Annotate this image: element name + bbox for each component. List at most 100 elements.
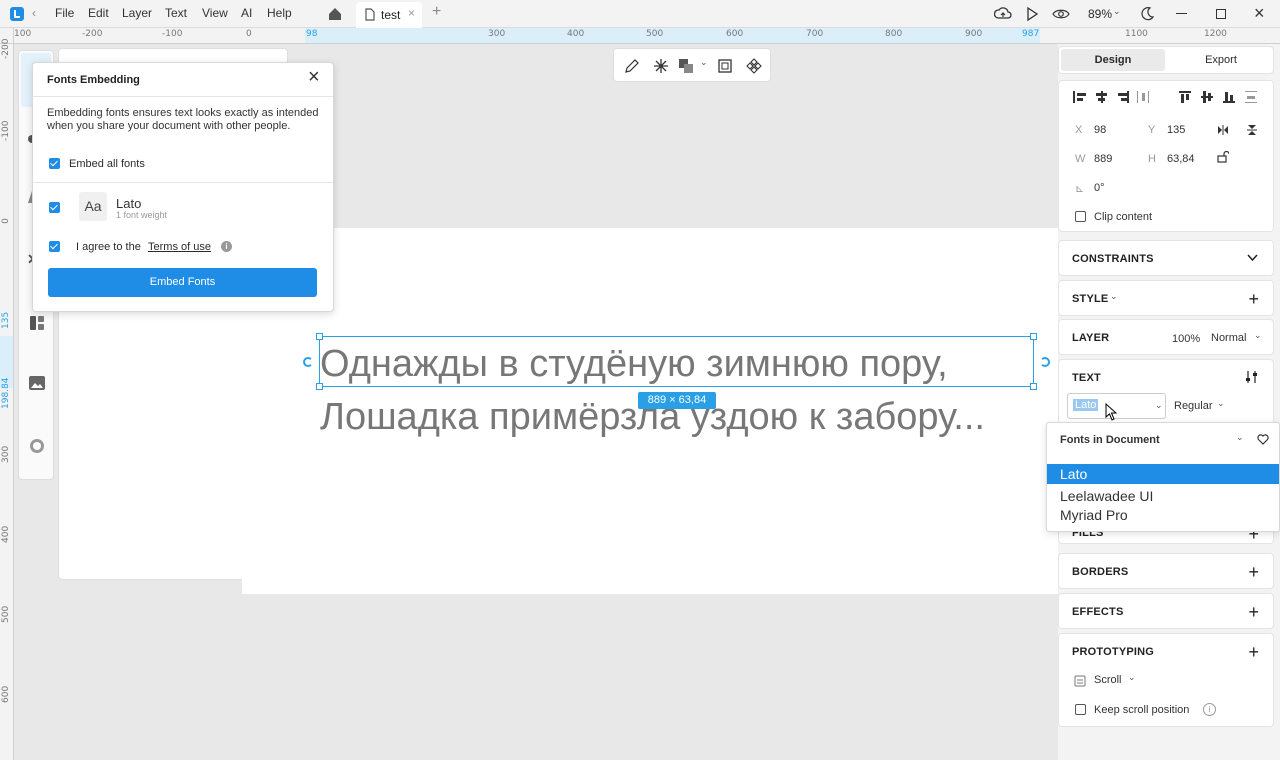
zoom-level[interactable]: 89% [1088,7,1112,21]
add-style-icon[interactable]: + [1248,290,1259,308]
selection-box[interactable] [316,333,1037,390]
menu-view[interactable]: View [202,6,228,20]
eye-icon[interactable] [1052,5,1070,23]
tab-export[interactable]: Export [1169,49,1273,71]
align-left-icon[interactable] [1073,91,1086,103]
minimize-icon[interactable] [1176,13,1187,14]
image-icon[interactable] [28,375,46,391]
add-effect-icon[interactable]: + [1248,603,1259,621]
dropdown-header[interactable]: Fonts in Document [1060,434,1160,446]
align-bottom-icon[interactable] [1223,91,1235,103]
zoom-chevron-icon[interactable]: ⌄ [1113,6,1121,17]
resize-handle-bl[interactable] [316,383,323,390]
close-window-icon[interactable]: × [1254,3,1265,24]
x-label: X [1075,124,1083,136]
text-autowidth-right-icon[interactable] [1040,357,1050,367]
add-prototype-icon[interactable]: + [1248,643,1259,661]
menu-edit[interactable]: Edit [88,6,109,20]
menu-layer[interactable]: Layer [122,6,152,20]
font-option-lato[interactable]: Lato [1047,464,1279,484]
component-icon[interactable] [746,58,762,74]
boolean-icon[interactable] [678,58,694,74]
new-tab-icon[interactable]: + [432,3,441,21]
prototyping-title: PROTOTYPING [1072,646,1155,658]
terms-link[interactable]: Terms of use [148,241,211,253]
align-middle-icon[interactable] [1201,91,1213,103]
font-option-myriad[interactable]: Myriad Pro [1047,505,1279,525]
app-logo-icon[interactable] [10,7,24,21]
document-tab[interactable]: test × [356,2,422,28]
scroll-select[interactable]: Scroll [1094,674,1122,686]
menu-text[interactable]: Text [165,6,187,20]
resize-handle-tl[interactable] [316,333,323,340]
play-icon[interactable] [1023,5,1041,23]
y-input[interactable]: 135 [1167,124,1185,136]
layer-blend-mode[interactable]: Normal [1211,332,1246,344]
dropdown-header-chevron-icon[interactable]: ⌄ [1236,432,1244,443]
ruler-tick: 300 [488,29,506,39]
menu-help[interactable]: Help [267,6,292,20]
blend-chevron-icon[interactable]: ⌄ [1254,330,1262,341]
components-icon[interactable] [29,315,45,331]
align-top-icon[interactable] [1179,91,1191,103]
font-lato-checkbox[interactable] [49,202,60,213]
menu-ai[interactable]: AI [241,6,252,20]
menu-file[interactable]: File [55,6,74,20]
horizontal-ruler[interactable]: 100 -200 -100 0 98 300 400 500 600 700 8… [14,28,1280,44]
flip-horizontal-icon[interactable] [1217,125,1229,135]
lock-ratio-icon[interactable] [1217,151,1229,163]
boolean-chevron-icon[interactable]: ⌄ [700,57,708,68]
plugins-icon[interactable] [28,437,46,455]
cloud-upload-icon[interactable] [994,5,1012,23]
font-style-chevron-icon[interactable]: ⌄ [1217,398,1225,409]
sparkle-icon[interactable] [653,58,669,74]
align-center-icon[interactable] [1095,91,1108,103]
tab-close-icon[interactable]: × [408,6,415,20]
h-input[interactable]: 63,84 [1167,153,1195,165]
text-settings-icon[interactable] [1245,370,1259,384]
heart-icon[interactable] [1257,434,1269,445]
x-input[interactable]: 98 [1094,124,1106,136]
maximize-icon[interactable] [1216,9,1226,19]
info-icon[interactable]: i [221,241,232,252]
frame-selection-icon[interactable] [717,58,733,74]
rotation-input[interactable]: 0° [1094,182,1105,194]
keep-scroll-checkbox[interactable] [1075,704,1086,715]
ruler-tick: 1200 [1204,29,1227,39]
dialog-close-icon[interactable]: × [308,66,320,89]
embed-all-checkbox[interactable] [49,158,60,169]
tab-design[interactable]: Design [1061,49,1165,71]
pencil-icon[interactable] [624,58,640,74]
add-border-icon[interactable]: + [1248,563,1259,581]
home-icon[interactable] [326,5,344,23]
ruler-tick: 0 [246,29,252,39]
ruler-tick: 400 [1,525,11,543]
align-right-icon[interactable] [1116,91,1129,103]
style-chevron-icon[interactable]: ⌄ [1110,291,1118,302]
font-style-select[interactable]: Regular [1174,400,1213,412]
flip-vertical-icon[interactable] [1247,124,1257,136]
resize-handle-tr[interactable] [1030,333,1037,340]
distribute-v-icon[interactable] [1245,91,1257,103]
chevron-down-icon[interactable] [1247,254,1258,262]
clip-content-checkbox[interactable] [1075,211,1086,222]
ruler-tick: -200 [82,29,103,39]
ruler-tick: 1100 [1125,29,1148,39]
agree-terms-checkbox[interactable] [49,241,60,252]
layer-opacity[interactable]: 100% [1172,333,1200,345]
tab-title: test [381,8,401,22]
back-icon[interactable]: ‹ [32,6,36,20]
ruler-tick: -100 [162,29,183,39]
constraints-card[interactable]: CONSTRAINTS [1058,240,1274,276]
embed-fonts-button[interactable]: Embed Fonts [48,268,317,297]
scroll-chevron-icon[interactable]: ⌄ [1128,672,1136,683]
w-input[interactable]: 889 [1094,153,1112,165]
text-autowidth-left-icon[interactable] [303,357,313,367]
keep-scroll-info-icon[interactable]: i [1203,703,1216,716]
moon-icon[interactable] [1138,5,1156,23]
distribute-h-icon[interactable] [1137,91,1149,103]
ruler-tick: -100 [1,120,11,141]
vertical-ruler[interactable]: -200 -100 0 135 198.84 300 400 500 600 [0,39,14,760]
font-option-leelawadee[interactable]: Leelawadee UI [1047,486,1279,506]
resize-handle-br[interactable] [1030,383,1037,390]
